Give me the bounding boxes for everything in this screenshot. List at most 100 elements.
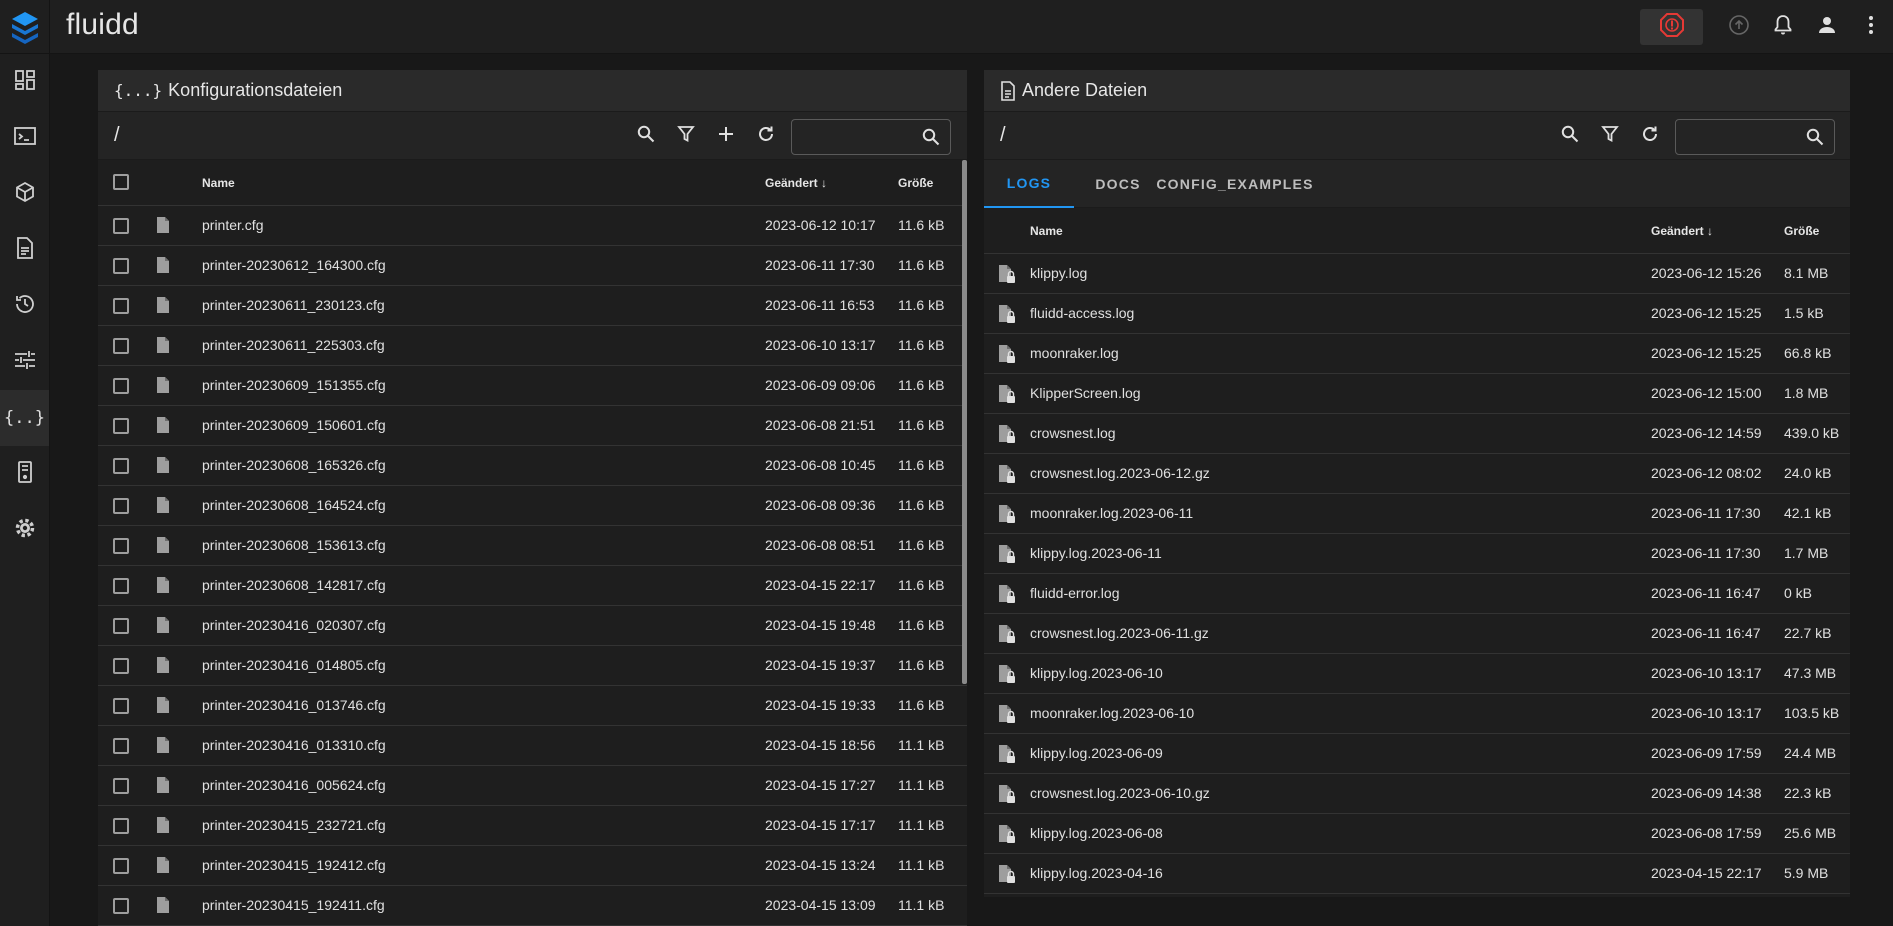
nav-tune[interactable]: [0, 334, 49, 390]
file-modified: 2023-06-09 17:59: [1651, 745, 1762, 761]
table-row[interactable]: printer-20230611_230123.cfg 2023-06-11 16…: [98, 286, 967, 326]
select-all-checkbox[interactable]: [113, 174, 129, 190]
account-button[interactable]: [1805, 5, 1849, 49]
row-checkbox[interactable]: [113, 378, 129, 394]
filter-button[interactable]: [666, 116, 706, 156]
notifications-button[interactable]: [1761, 5, 1805, 49]
nav-printer[interactable]: [0, 166, 49, 222]
table-row[interactable]: crowsnest.log.2023-06-10.gz 2023-06-09 14…: [984, 774, 1850, 814]
table-row[interactable]: klippy.log 2023-06-12 15:26 8.1 MB: [984, 254, 1850, 294]
other-search-field[interactable]: [1675, 119, 1835, 155]
more-menu-button[interactable]: [1849, 5, 1893, 49]
table-row[interactable]: crowsnest.log 2023-06-12 14:59 439.0 kB: [984, 414, 1850, 454]
emergency-stop-button[interactable]: [1640, 9, 1703, 45]
row-checkbox[interactable]: [113, 578, 129, 594]
table-row[interactable]: crowsnest.log.2023-06-11.gz 2023-06-11 16…: [984, 614, 1850, 654]
file-name: crowsnest.log.2023-06-12.gz: [1030, 465, 1210, 481]
account-icon: [1817, 15, 1837, 40]
table-row[interactable]: fluidd-error.log 2023-06-11 16:47 0 kB: [984, 574, 1850, 614]
table-row[interactable]: printer-20230609_150601.cfg 2023-06-08 21…: [98, 406, 967, 446]
file-name: printer-20230416_005624.cfg: [202, 777, 386, 793]
column-modified[interactable]: Geändert ↓: [765, 176, 827, 190]
row-checkbox[interactable]: [113, 698, 129, 714]
row-checkbox[interactable]: [113, 658, 129, 674]
row-checkbox[interactable]: [113, 538, 129, 554]
table-row[interactable]: printer-20230416_020307.cfg 2023-04-15 19…: [98, 606, 967, 646]
table-row[interactable]: printer-20230416_005624.cfg 2023-04-15 17…: [98, 766, 967, 806]
row-checkbox[interactable]: [113, 298, 129, 314]
row-checkbox[interactable]: [113, 418, 129, 434]
other-search-input[interactable]: [1684, 126, 1794, 148]
row-checkbox[interactable]: [113, 858, 129, 874]
tab-docs[interactable]: DOCS: [1080, 160, 1156, 208]
row-checkbox[interactable]: [113, 218, 129, 234]
add-file-button[interactable]: [706, 116, 746, 156]
table-row[interactable]: moonraker.log.2023-06-11 2023-06-11 17:30…: [984, 494, 1850, 534]
file-modified: 2023-04-15 18:56: [765, 737, 876, 753]
fluidd-logo-icon[interactable]: [0, 0, 50, 54]
row-checkbox[interactable]: [113, 258, 129, 274]
nav-console[interactable]: [0, 110, 49, 166]
column-size[interactable]: Größe: [1784, 224, 1819, 238]
table-row[interactable]: printer-20230416_014805.cfg 2023-04-15 19…: [98, 646, 967, 686]
config-search-field[interactable]: [791, 119, 951, 155]
upload-button[interactable]: [1717, 5, 1761, 49]
column-modified[interactable]: Geändert ↓: [1651, 224, 1713, 238]
row-checkbox[interactable]: [113, 778, 129, 794]
scrollbar[interactable]: [962, 160, 967, 684]
row-checkbox[interactable]: [113, 738, 129, 754]
row-checkbox[interactable]: [113, 338, 129, 354]
search-button[interactable]: [626, 116, 666, 156]
table-row[interactable]: printer.cfg 2023-06-12 10:17 11.6 kB: [98, 206, 967, 246]
table-row[interactable]: KlipperScreen.log 2023-06-12 15:00 1.8 MB: [984, 374, 1850, 414]
tab-config-examples[interactable]: CONFIG_EXAMPLES: [1156, 160, 1312, 208]
table-row[interactable]: printer-20230415_192412.cfg 2023-04-15 13…: [98, 846, 967, 886]
file-modified: 2023-04-15 17:17: [765, 817, 876, 833]
table-row[interactable]: klippy.log.2023-06-11 2023-06-11 17:30 1.7…: [984, 534, 1850, 574]
refresh-button[interactable]: [746, 116, 786, 156]
table-row[interactable]: moonraker.log.2023-06-10 2023-06-10 13:17…: [984, 694, 1850, 734]
table-row[interactable]: fluidd-access.log 2023-06-12 15:25 1.5 kB: [984, 294, 1850, 334]
tab-logs[interactable]: LOGS: [984, 160, 1074, 208]
table-row[interactable]: printer-20230415_232721.cfg 2023-04-15 17…: [98, 806, 967, 846]
nav-configuration[interactable]: {..}: [0, 390, 49, 446]
table-row[interactable]: moonraker.log 2023-06-12 15:25 66.8 kB: [984, 334, 1850, 374]
table-row[interactable]: printer-20230608_165326.cfg 2023-06-08 10…: [98, 446, 967, 486]
row-checkbox[interactable]: [113, 618, 129, 634]
config-search-input[interactable]: [800, 126, 910, 148]
nav-settings[interactable]: [0, 502, 49, 558]
nav-jobs[interactable]: [0, 222, 49, 278]
table-row[interactable]: printer-20230416_013746.cfg 2023-04-15 19…: [98, 686, 967, 726]
nav-dashboard[interactable]: [0, 54, 49, 110]
card-title: Konfigurationsdateien: [168, 80, 343, 100]
row-checkbox[interactable]: [113, 898, 129, 914]
column-name[interactable]: Name: [1030, 224, 1063, 238]
row-checkbox[interactable]: [113, 458, 129, 474]
table-row[interactable]: printer-20230609_151355.cfg 2023-06-09 09…: [98, 366, 967, 406]
file-size: 11.1 kB: [898, 857, 945, 873]
file-size: 11.6 kB: [898, 657, 945, 673]
row-checkbox[interactable]: [113, 818, 129, 834]
table-row[interactable]: klippy.log.2023-06-09 2023-06-09 17:59 24.…: [984, 734, 1850, 774]
table-row[interactable]: printer-20230608_153613.cfg 2023-06-08 08…: [98, 526, 967, 566]
refresh-button[interactable]: [1630, 116, 1670, 156]
current-path: /: [1000, 124, 1006, 146]
nav-history[interactable]: [0, 278, 49, 334]
column-size[interactable]: Größe: [898, 176, 933, 190]
table-row[interactable]: printer-20230415_192411.cfg 2023-04-15 13…: [98, 886, 967, 926]
table-row[interactable]: printer-20230608_142817.cfg 2023-04-15 22…: [98, 566, 967, 606]
column-name[interactable]: Name: [202, 176, 235, 190]
file-name: klippy.log: [1030, 265, 1088, 281]
row-checkbox[interactable]: [113, 498, 129, 514]
table-row[interactable]: crowsnest.log.2023-06-12.gz 2023-06-12 08…: [984, 454, 1850, 494]
table-row[interactable]: printer-20230611_225303.cfg 2023-06-10 13…: [98, 326, 967, 366]
table-row[interactable]: printer-20230612_164300.cfg 2023-06-11 17…: [98, 246, 967, 286]
search-button[interactable]: [1550, 116, 1590, 156]
nav-system[interactable]: [0, 446, 49, 502]
table-row[interactable]: klippy.log.2023-04-16 2023-04-15 22:17 5.9…: [984, 854, 1850, 894]
filter-button[interactable]: [1590, 116, 1630, 156]
table-row[interactable]: printer-20230416_013310.cfg 2023-04-15 18…: [98, 726, 967, 766]
table-row[interactable]: klippy.log.2023-06-08 2023-06-08 17:59 25.…: [984, 814, 1850, 854]
table-row[interactable]: printer-20230608_164524.cfg 2023-06-08 09…: [98, 486, 967, 526]
table-row[interactable]: klippy.log.2023-06-10 2023-06-10 13:17 47.…: [984, 654, 1850, 694]
